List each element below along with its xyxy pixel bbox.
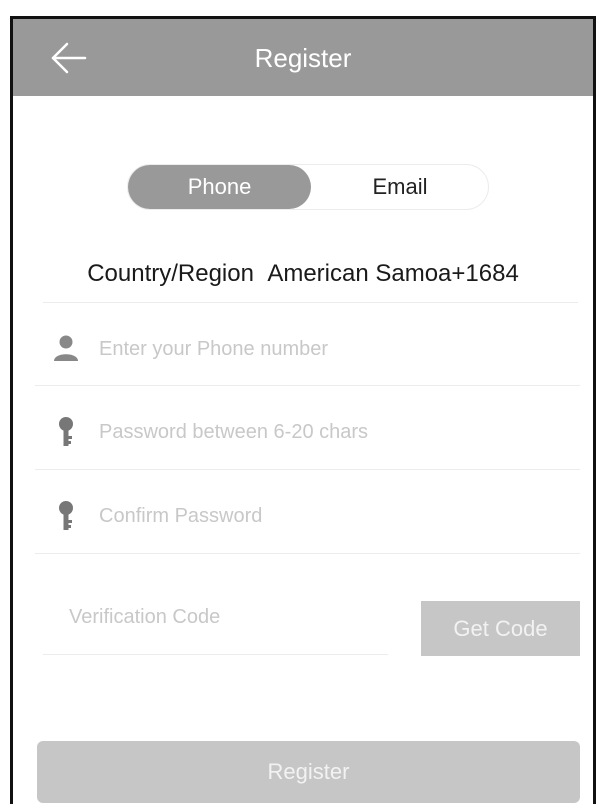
- divider: [35, 385, 580, 386]
- divider: [43, 302, 578, 303]
- confirm-password-field-row: [35, 496, 580, 536]
- register-method-toggle: Phone Email: [127, 164, 489, 210]
- tab-phone[interactable]: Phone: [128, 165, 311, 209]
- key-icon: [53, 416, 79, 446]
- country-region-label: Country/Region: [87, 260, 254, 287]
- tab-email[interactable]: Email: [311, 165, 489, 209]
- country-region-value: American Samoa+1684: [267, 260, 519, 287]
- page-title: Register: [254, 43, 352, 73]
- header-bar: Register: [13, 19, 593, 96]
- register-button[interactable]: Register: [37, 741, 580, 803]
- phone-field-row: [35, 329, 580, 369]
- user-icon: [53, 333, 79, 363]
- divider: [35, 553, 580, 554]
- key-icon: [53, 500, 79, 530]
- password-input[interactable]: [99, 412, 559, 452]
- verification-code-input[interactable]: [69, 597, 389, 637]
- password-field-row: [35, 412, 580, 452]
- divider: [43, 654, 388, 655]
- phone-input[interactable]: [99, 329, 559, 369]
- country-region-selector[interactable]: Country/Region American Samoa+1684: [43, 259, 563, 299]
- divider: [35, 469, 580, 470]
- app-frame: Register Phone Email Country/Region Amer…: [10, 16, 596, 804]
- get-code-button[interactable]: Get Code: [421, 601, 580, 656]
- confirm-password-input[interactable]: [99, 496, 559, 536]
